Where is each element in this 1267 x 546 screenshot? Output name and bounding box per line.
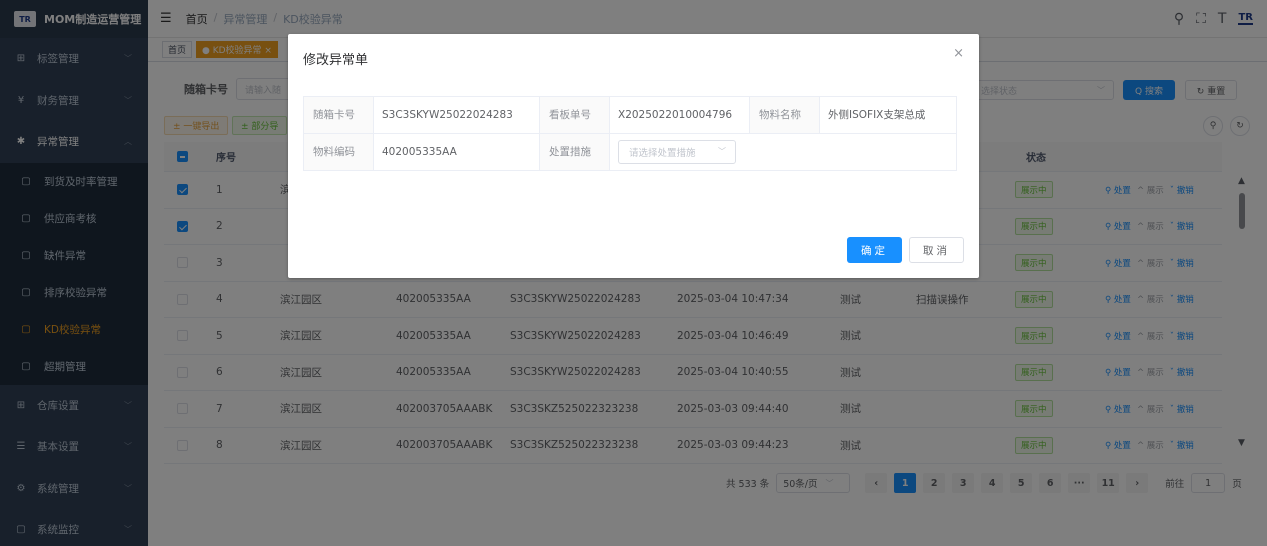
confirm-button[interactable]: 确定 [847,237,902,263]
measure-select[interactable]: 请选择处置措施 ﹀ [618,139,736,164]
card-no-value: S3C3SKYW25022024283 [374,97,540,133]
close-icon[interactable]: × [953,46,964,61]
cancel-button[interactable]: 取消 [909,237,964,263]
card-no-label: 随箱卡号 [304,97,374,133]
material-code-value: 402005335AA [374,133,540,170]
detail-row: 随箱卡号 S3C3SKYW25022024283 看板单号 X202502201… [304,97,956,134]
material-name-value: 外侧ISOFIX支架总成 [828,109,926,122]
material-name-label: 物料名称 [750,97,820,133]
kanban-no-label: 看板单号 [540,97,610,133]
dialog-detail-table: 随箱卡号 S3C3SKYW25022024283 看板单号 X202502201… [303,96,957,171]
edit-exception-dialog: 修改异常单 × 随箱卡号 S3C3SKYW25022024283 看板单号 X2… [288,34,979,278]
measure-label: 处置措施 [540,133,610,170]
chevron-down-icon: ﹀ [718,147,726,157]
material-code-label: 物料编码 [304,133,374,170]
measure-field: 请选择处置措施 ﹀ [610,134,956,171]
kanban-no-value: X2025022010004796 [610,97,750,133]
measure-placeholder: 请选择处置措施 [629,147,696,159]
detail-row: 物料编码 402005335AA 处置措施 请选择处置措施 ﹀ [304,133,956,171]
dialog-title: 修改异常单 [303,53,369,68]
